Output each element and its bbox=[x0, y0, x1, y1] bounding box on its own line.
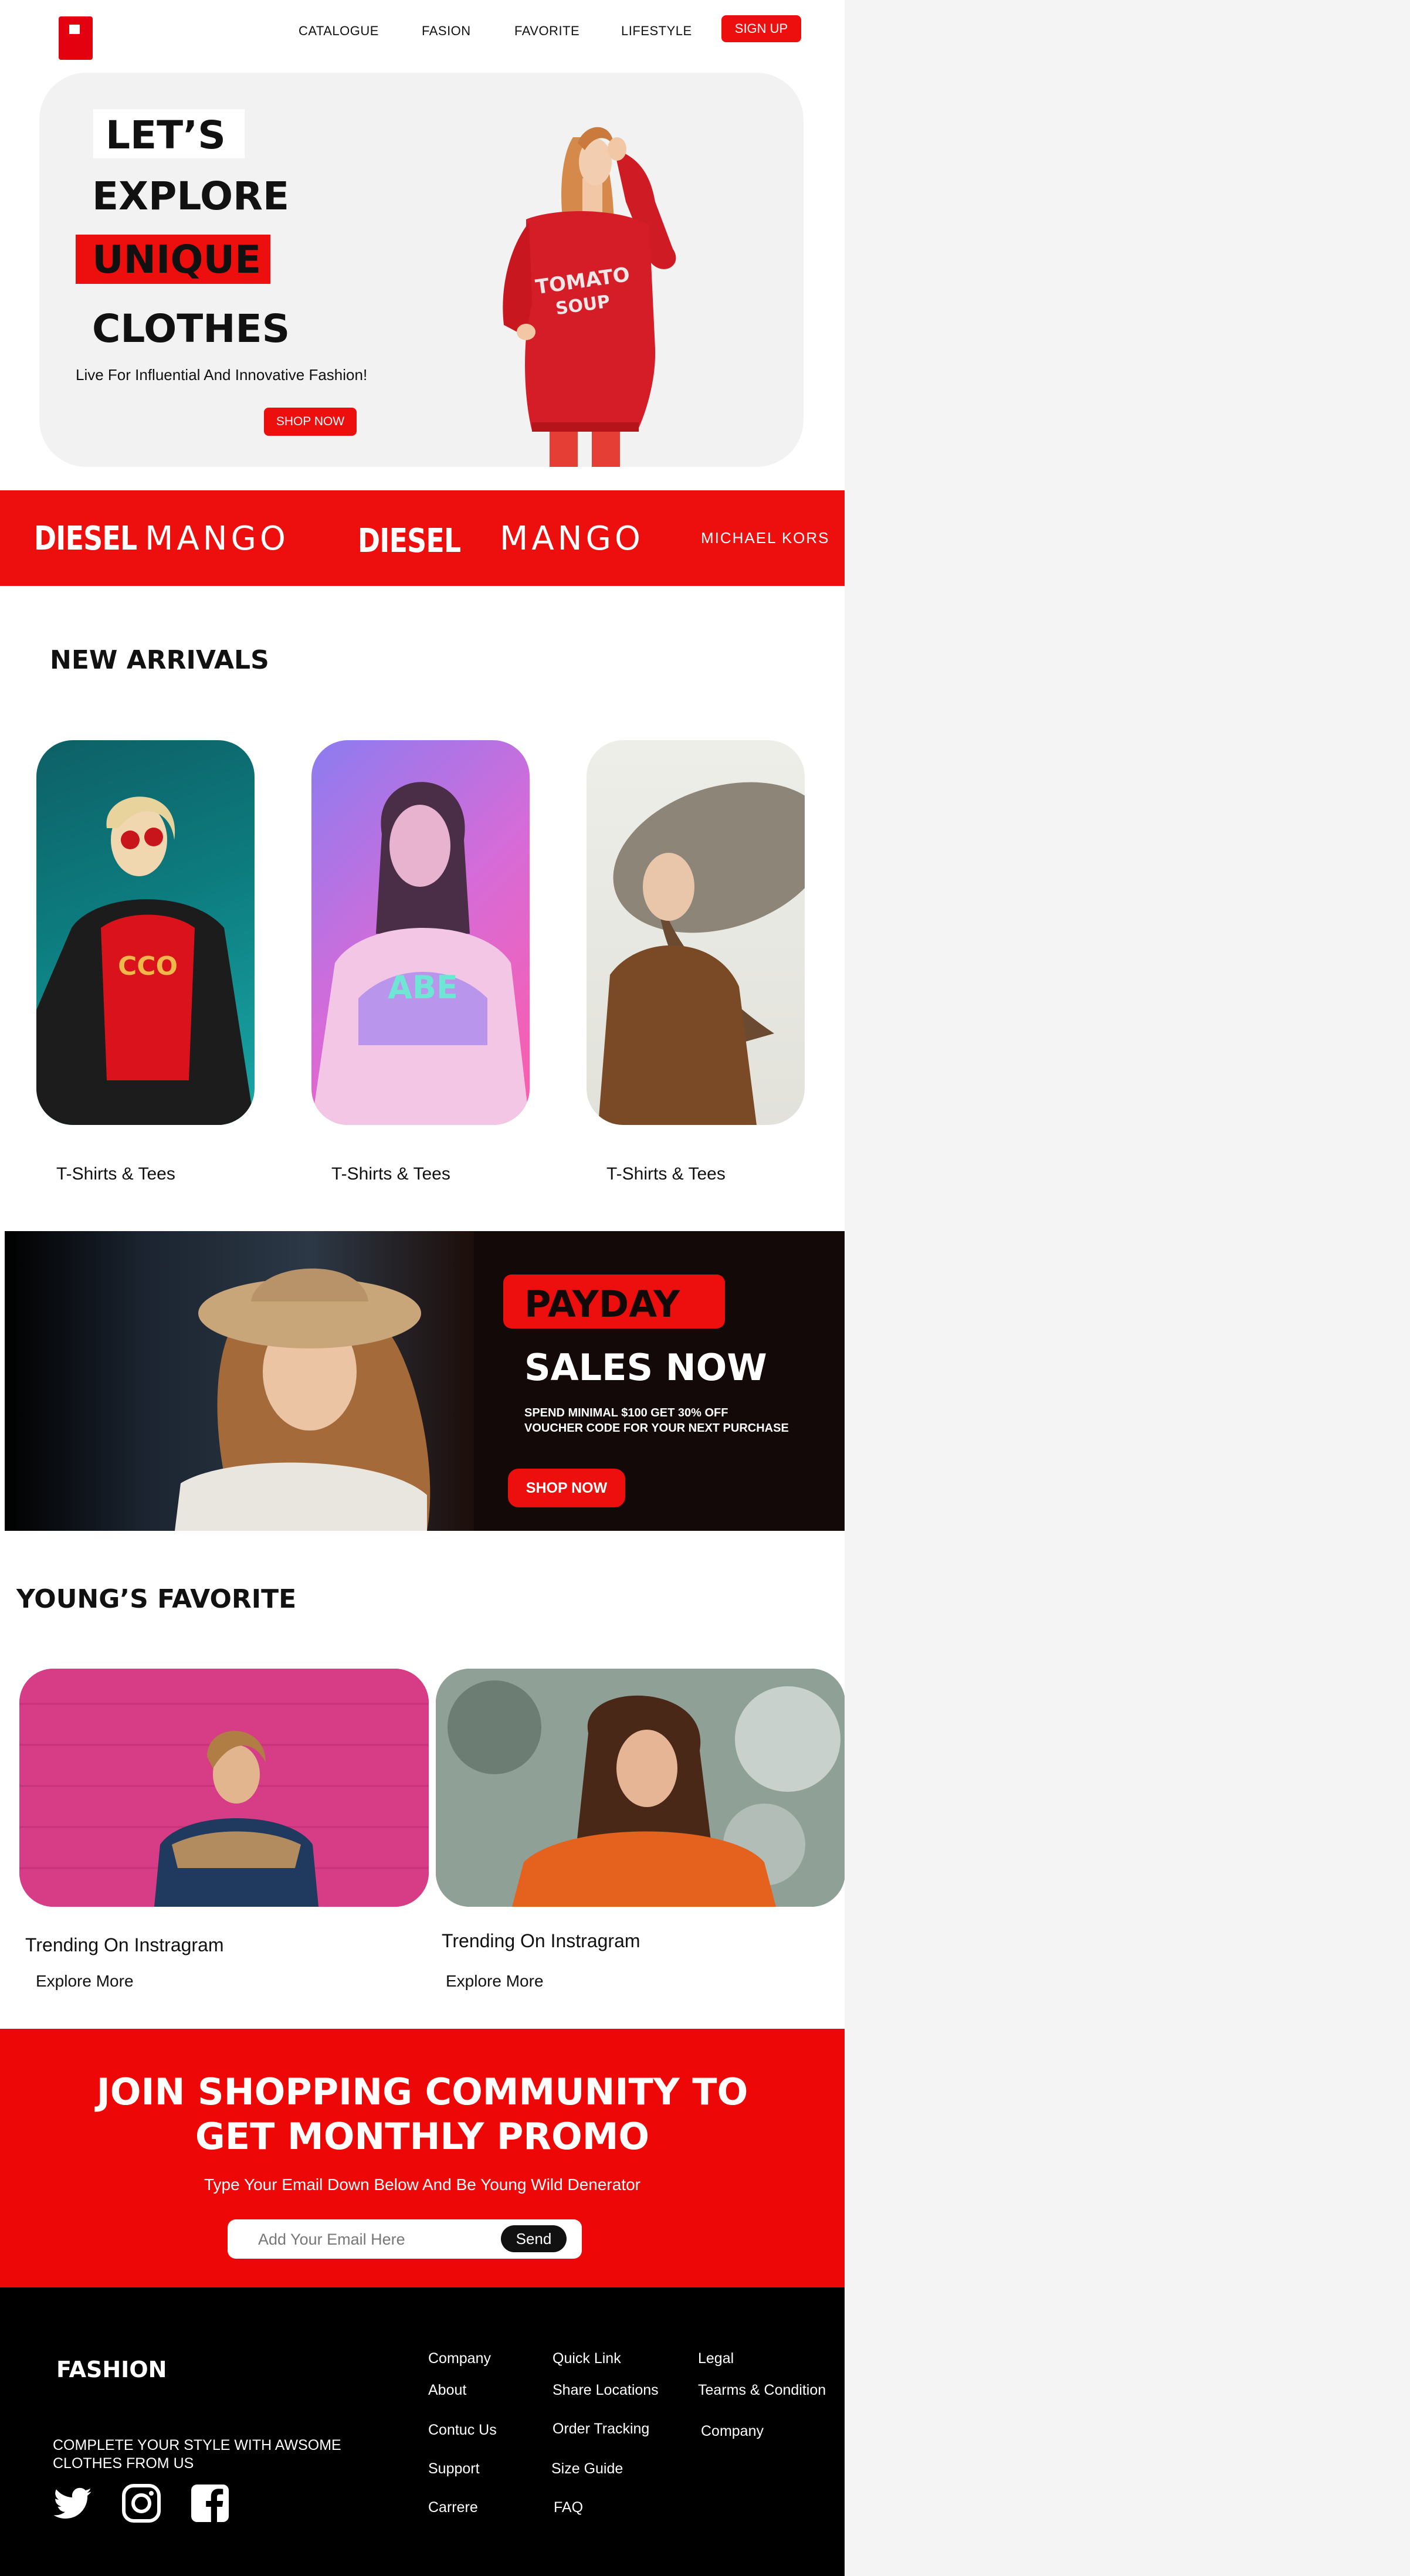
brand-michael-kors-logo: MICHAEL KORS bbox=[701, 529, 830, 547]
footer-heading-company: Company bbox=[428, 2350, 491, 2367]
payday-text: PAYDAY bbox=[524, 1283, 680, 1326]
payday-banner: PAYDAY SALES NOW SPEND MINIMAL $100 GET … bbox=[5, 1231, 845, 1531]
footer-tagline: COMPLETE YOUR STYLE WITH AWSOME CLOTHES … bbox=[53, 2437, 341, 2472]
arrival-label-1: T-Shirts & Tees bbox=[56, 1164, 175, 1184]
newsletter-title-line-1: JOIN SHOPPING COMMUNITY TO bbox=[96, 2070, 748, 2113]
promo-line-1: SPEND MINIMAL $100 GET 30% OFF bbox=[524, 1406, 728, 1419]
footer-link-share-locations[interactable]: Share Locations bbox=[553, 2382, 659, 2399]
facebook-icon[interactable] bbox=[189, 2482, 231, 2524]
hero-line-2: EXPLORE bbox=[92, 174, 290, 219]
arrival-label-3: T-Shirts & Tees bbox=[606, 1164, 726, 1184]
hero-shop-now-button[interactable]: SHOP NOW bbox=[264, 408, 357, 436]
hero-model-image: TOMATO SOUP bbox=[503, 127, 676, 467]
hero-subtitle: Live For Influential And Innovative Fash… bbox=[76, 366, 368, 384]
landing-page: CATALOGUE FASION FAVORITE LIFESTYLE SIGN… bbox=[0, 0, 845, 2576]
favorite-explore-more-2[interactable]: Explore More bbox=[446, 1972, 544, 1991]
brand-strip: DIESEL MANGO DIESEL MANGO MICHAEL KORS bbox=[0, 490, 845, 586]
email-input[interactable] bbox=[258, 2228, 481, 2251]
arrival-card-3[interactable] bbox=[587, 740, 805, 1125]
nav-catalogue[interactable]: CATALOGUE bbox=[299, 23, 379, 39]
footer-link-about[interactable]: About bbox=[428, 2382, 466, 2399]
footer-link-company[interactable]: Company bbox=[701, 2423, 764, 2440]
brand-mango-logo: MANGO bbox=[145, 520, 289, 558]
brand-logo[interactable] bbox=[59, 16, 93, 60]
twitter-icon[interactable] bbox=[53, 2482, 95, 2524]
sales-now-headline: SALES NOW bbox=[524, 1346, 767, 1389]
footer: FASHION COMPLETE YOUR STYLE WITH AWSOME … bbox=[0, 2287, 845, 2576]
brand-diesel-logo: DIESEL bbox=[34, 520, 137, 558]
favorite-card-1[interactable] bbox=[19, 1669, 429, 1907]
svg-text:ABE: ABE bbox=[388, 969, 458, 1006]
promo-details: SPEND MINIMAL $100 GET 30% OFF VOUCHER C… bbox=[524, 1405, 845, 1436]
hero-line-3: UNIQUE bbox=[92, 237, 262, 282]
promo-shop-now-button[interactable]: SHOP NOW bbox=[508, 1469, 625, 1507]
sign-up-button[interactable]: SIGN UP bbox=[721, 15, 801, 42]
newsletter-section: JOIN SHOPPING COMMUNITY TO GET MONTHLY P… bbox=[0, 2029, 845, 2287]
footer-heading-quick-link: Quick Link bbox=[553, 2350, 621, 2367]
hero-line-1: LET’S bbox=[106, 113, 226, 158]
svg-text:CCO: CCO bbox=[118, 951, 178, 981]
footer-link-career[interactable]: Carrere bbox=[428, 2499, 478, 2516]
footer-link-size-guide[interactable]: Size Guide bbox=[551, 2460, 623, 2477]
arrival-card-1[interactable]: CCO bbox=[36, 740, 255, 1125]
favorite-card-2[interactable] bbox=[436, 1669, 845, 1907]
favorite-image-2 bbox=[436, 1669, 845, 1907]
promo-line-2: VOUCHER CODE FOR YOUR NEXT PURCHASE bbox=[524, 1422, 789, 1435]
newsletter-title-line-2: GET MONTHLY PROMO bbox=[195, 2115, 650, 2158]
footer-link-terms[interactable]: Tearms & Condition bbox=[698, 2382, 826, 2399]
instagram-icon[interactable] bbox=[120, 2482, 162, 2524]
favorite-label-1: Trending On Instragram bbox=[25, 1934, 224, 1955]
arrival-image-3 bbox=[598, 782, 805, 1125]
footer-link-contact[interactable]: Contuc Us bbox=[428, 2422, 497, 2439]
footer-link-faq[interactable]: FAQ bbox=[554, 2499, 583, 2516]
newsletter-subtitle: Type Your Email Down Below And Be Young … bbox=[204, 2175, 640, 2194]
footer-link-order-tracking[interactable]: Order Tracking bbox=[553, 2421, 649, 2438]
newsletter-title: JOIN SHOPPING COMMUNITY TO GET MONTHLY P… bbox=[0, 2070, 845, 2159]
favorite-label-2: Trending On Instragram bbox=[442, 1930, 640, 1951]
nav-fasion[interactable]: FASION bbox=[422, 23, 471, 39]
arrival-label-2: T-Shirts & Tees bbox=[331, 1164, 450, 1184]
hero-card: LET’S EXPLORE UNIQUE CLOTHES Live For In… bbox=[39, 73, 804, 467]
nav-favorite[interactable]: FAVORITE bbox=[514, 23, 579, 39]
youngs-favorite-title: YOUNG’S FAVORITE bbox=[16, 1584, 297, 1614]
send-button[interactable]: Send bbox=[501, 2225, 567, 2252]
brand-mango-logo-2: MANGO bbox=[500, 520, 644, 558]
arrival-image-1: CCO bbox=[36, 796, 255, 1125]
email-form: Send bbox=[228, 2219, 582, 2259]
new-arrivals-title: NEW ARRIVALS bbox=[50, 645, 269, 675]
hero-line-4: CLOTHES bbox=[92, 306, 290, 351]
brand-diesel-logo-2: DIESEL bbox=[358, 522, 461, 560]
footer-link-support[interactable]: Support bbox=[428, 2460, 480, 2477]
favorite-explore-more-1[interactable]: Explore More bbox=[36, 1972, 134, 1991]
footer-heading-legal: Legal bbox=[698, 2350, 734, 2367]
footer-brand: FASHION bbox=[56, 2357, 167, 2382]
promo-model-image bbox=[5, 1231, 474, 1531]
arrival-image-2: ABE bbox=[311, 782, 530, 1125]
arrival-card-2[interactable]: ABE bbox=[311, 740, 530, 1125]
nav-lifestyle[interactable]: LIFESTYLE bbox=[621, 23, 692, 39]
favorite-image-1 bbox=[19, 1669, 429, 1907]
